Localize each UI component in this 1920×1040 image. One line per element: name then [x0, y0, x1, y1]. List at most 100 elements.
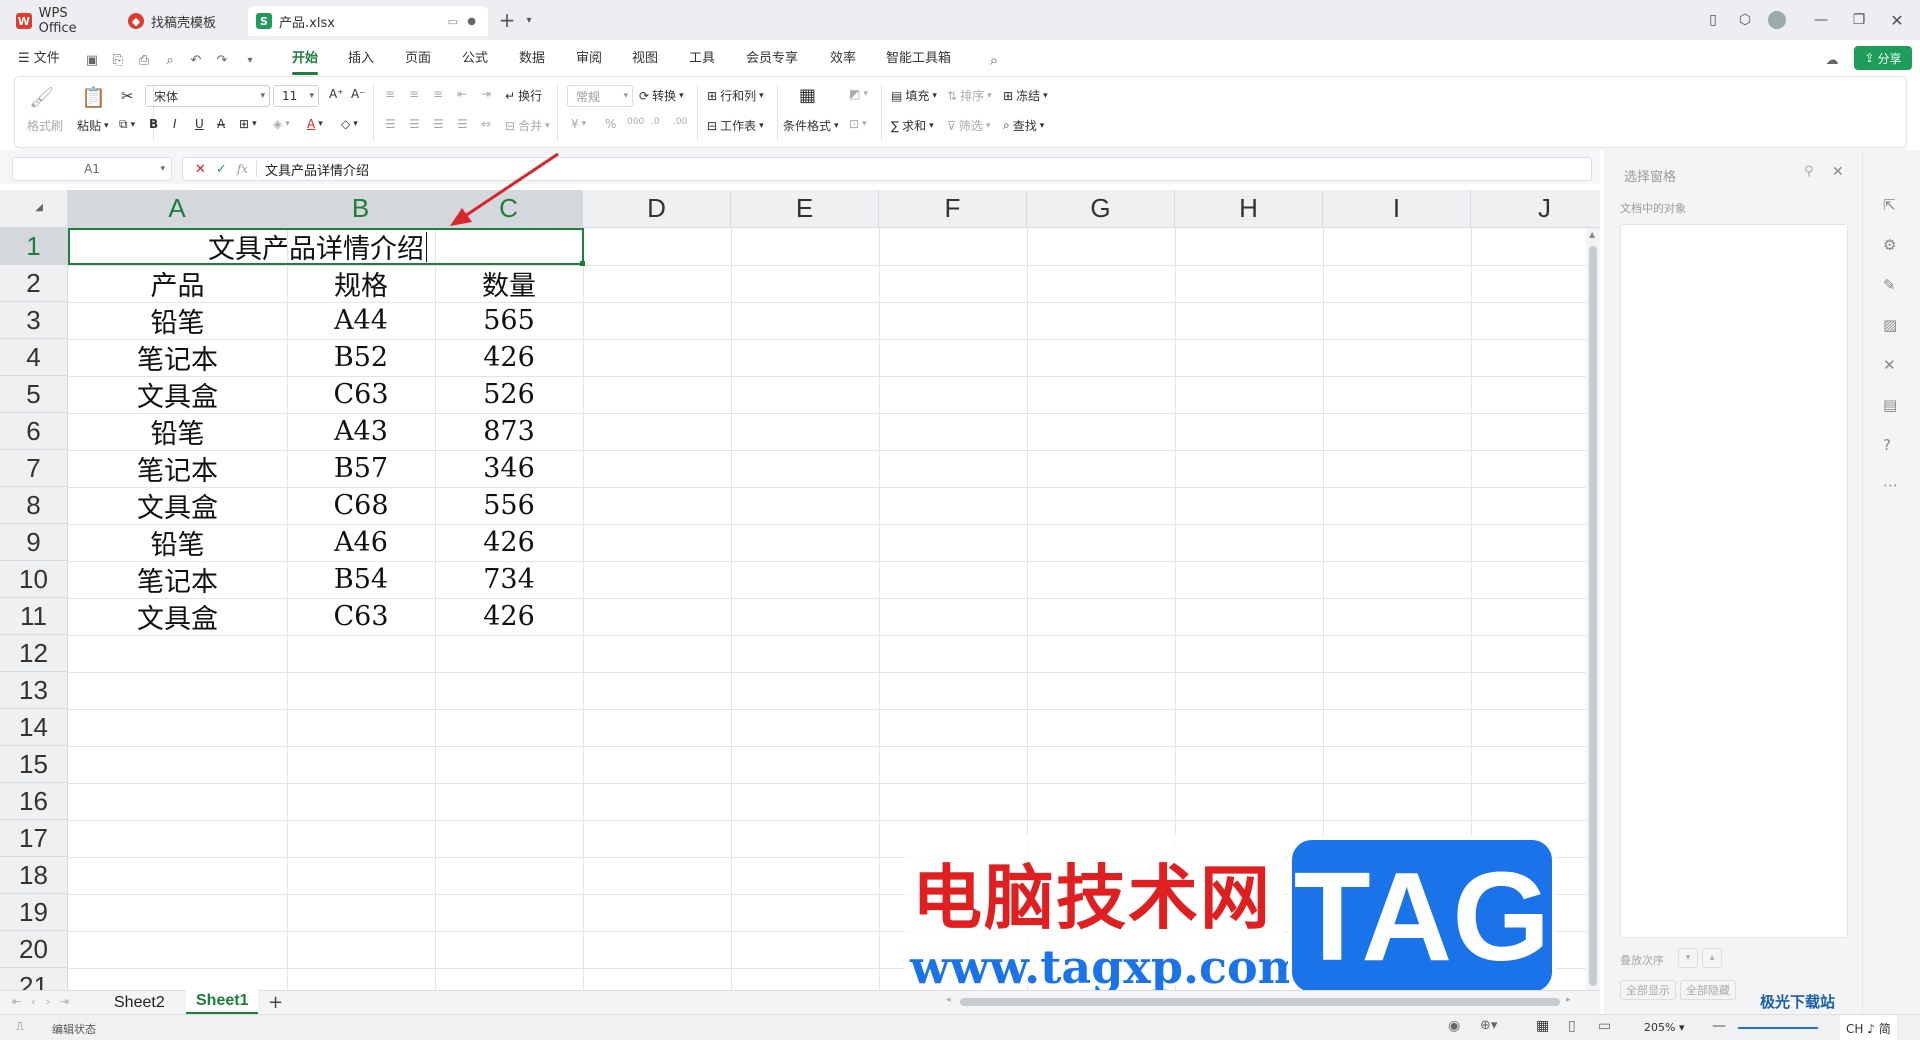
cell-a4[interactable]: 笔记本 [68, 339, 287, 376]
column-header-d[interactable]: D [583, 190, 731, 228]
decimal-decrease-icon[interactable]: .00 [673, 117, 687, 127]
format-painter-button[interactable]: 格式刷 [27, 117, 63, 134]
number-format-select[interactable]: 常规 ▾ [567, 85, 633, 107]
freeze-button[interactable]: ⊞ 冻结 ▾ [1003, 87, 1048, 104]
row-header-4[interactable]: 4 [0, 339, 68, 376]
copy-icon[interactable]: ⧉ ▾ [119, 117, 135, 132]
row-header-10[interactable]: 10 [0, 561, 68, 598]
sheet-tab-sheet1[interactable]: Sheet1 [186, 990, 259, 1015]
show-all-button[interactable]: 全部显示 [1620, 980, 1676, 1000]
underline-icon[interactable]: U [195, 117, 204, 131]
menu-smart-toolbox[interactable]: 智能工具箱 [886, 48, 951, 70]
menu-view[interactable]: 视图 [632, 48, 658, 70]
row-header-12[interactable]: 12 [0, 635, 68, 672]
undo-icon[interactable]: ↶ [188, 52, 204, 68]
cell-b9[interactable]: A46 [287, 524, 435, 561]
hide-all-button[interactable]: 全部隐藏 [1680, 980, 1736, 1000]
zoom-level[interactable]: 205% ▾ [1644, 1021, 1684, 1034]
order-down-button[interactable]: ▾ [1678, 948, 1698, 968]
fill-color-icon[interactable]: ◈ ▾ [273, 117, 290, 131]
cell-a11[interactable]: 文具盒 [68, 598, 287, 635]
cube-icon[interactable]: ⬡ [1732, 8, 1758, 32]
menu-review[interactable]: 审阅 [576, 48, 602, 70]
paste-button[interactable]: 粘贴 ▾ [77, 117, 109, 134]
macro-icon[interactable]: ⎍ [16, 1020, 24, 1034]
cell-a3[interactable]: 铅笔 [68, 302, 287, 339]
menu-tools[interactable]: 工具 [689, 48, 715, 70]
print-icon[interactable]: ⎙ [136, 52, 152, 68]
column-header-i[interactable]: I [1323, 190, 1471, 228]
find-button[interactable]: ⌕ 查找 ▾ [1003, 117, 1044, 134]
cell-c3[interactable]: 565 [435, 302, 583, 339]
convert-button[interactable]: ⟳ 转换 ▾ [639, 87, 684, 104]
increase-font-icon[interactable]: A⁺ [329, 87, 344, 101]
row-header-18[interactable]: 18 [0, 857, 68, 894]
row-header-21[interactable]: 21 [0, 968, 68, 990]
file-menu[interactable]: ☰ 文件 [18, 48, 60, 70]
confirm-icon[interactable]: ✓ [216, 162, 227, 177]
decrease-font-icon[interactable]: A⁻ [351, 87, 366, 101]
row-header-11[interactable]: 11 [0, 598, 68, 635]
filter-button[interactable]: ⊽ 筛选 ▾ [947, 117, 990, 134]
cell-c6[interactable]: 873 [435, 413, 583, 450]
row-header-6[interactable]: 6 [0, 413, 68, 450]
page-break-icon[interactable]: ▭ [1598, 1018, 1611, 1034]
normal-view-icon[interactable]: ▦ [1536, 1018, 1549, 1034]
tab-template[interactable]: ◆ 找稿壳模板 [120, 6, 242, 36]
wrap-text-button[interactable]: ↵ 换行 [505, 87, 542, 104]
decimal-increase-icon[interactable]: .0 [651, 117, 660, 127]
indent-decrease-icon[interactable]: ⇤ [457, 87, 467, 101]
cell-c11[interactable]: 426 [435, 598, 583, 635]
fill-button[interactable]: ▤ 填充 ▾ [891, 87, 937, 104]
tools-icon[interactable]: ✕ [1883, 356, 1896, 374]
sort-button[interactable]: ⇅ 排序 ▾ [947, 87, 992, 104]
align-middle-icon[interactable]: ≡ [409, 87, 419, 101]
cell-b5[interactable]: C63 [287, 376, 435, 413]
cell-a9[interactable]: 铅笔 [68, 524, 287, 561]
column-header-f[interactable]: F [879, 190, 1027, 228]
cancel-icon[interactable]: ✕ [195, 162, 206, 177]
column-header-g[interactable]: G [1027, 190, 1175, 228]
column-header-e[interactable]: E [731, 190, 879, 228]
row-header-20[interactable]: 20 [0, 931, 68, 968]
worksheet-button[interactable]: ⊟ 工作表 ▾ [707, 117, 764, 134]
cell-a5[interactable]: 文具盒 [68, 376, 287, 413]
cell-a1-title[interactable]: 文具产品详情介绍 [68, 228, 584, 265]
row-header-13[interactable]: 13 [0, 672, 68, 709]
eye-icon[interactable]: ◉ [1448, 1018, 1460, 1034]
scroll-right-icon[interactable]: ▸ [1566, 995, 1571, 1005]
row-header-17[interactable]: 17 [0, 820, 68, 857]
row-header-15[interactable]: 15 [0, 746, 68, 783]
image-icon[interactable]: ▨ [1883, 316, 1897, 334]
cell-b10[interactable]: B54 [287, 561, 435, 598]
sheet-tab-sheet2[interactable]: Sheet2 [106, 991, 173, 1015]
cell-b11[interactable]: C63 [287, 598, 435, 635]
menu-insert[interactable]: 插入 [348, 48, 374, 70]
cell-c8[interactable]: 556 [435, 487, 583, 524]
cell-b4[interactable]: B52 [287, 339, 435, 376]
minimize-icon[interactable]: — [1808, 8, 1834, 32]
rows-cols-button[interactable]: ⊞ 行和列 ▾ [707, 87, 764, 104]
zoom-out-icon[interactable]: — [1712, 1018, 1726, 1034]
chevron-down-icon[interactable]: ▾ [242, 52, 258, 68]
menu-formula[interactable]: 公式 [462, 48, 488, 70]
column-header-a[interactable]: A [68, 190, 287, 228]
paste-icon[interactable]: 📋 [81, 85, 106, 109]
objects-list[interactable] [1620, 224, 1848, 938]
select-icon[interactable]: ⇱ [1883, 196, 1896, 214]
formula-input[interactable]: ✕ ✓ fx 文具产品详情介绍 [182, 157, 1592, 181]
name-box[interactable]: A1 ▾ [12, 157, 172, 181]
percent-icon[interactable]: % [605, 117, 616, 131]
justify-icon[interactable]: ☰ [457, 117, 468, 131]
cell-a2[interactable]: 产品 [68, 265, 287, 302]
row-header-5[interactable]: 5 [0, 376, 68, 413]
font-color-icon[interactable]: A ▾ [307, 117, 323, 131]
layout-mode-icon[interactable]: ⊕▾ [1480, 1018, 1497, 1033]
strikethrough-icon[interactable]: A [217, 117, 225, 131]
cell-b3[interactable]: A44 [287, 302, 435, 339]
cell-a8[interactable]: 文具盒 [68, 487, 287, 524]
pin-icon[interactable]: ⚲ [1804, 164, 1814, 179]
row-header-1[interactable]: 1 [0, 228, 68, 265]
cell-c9[interactable]: 426 [435, 524, 583, 561]
redo-icon[interactable]: ↷ [214, 52, 230, 68]
